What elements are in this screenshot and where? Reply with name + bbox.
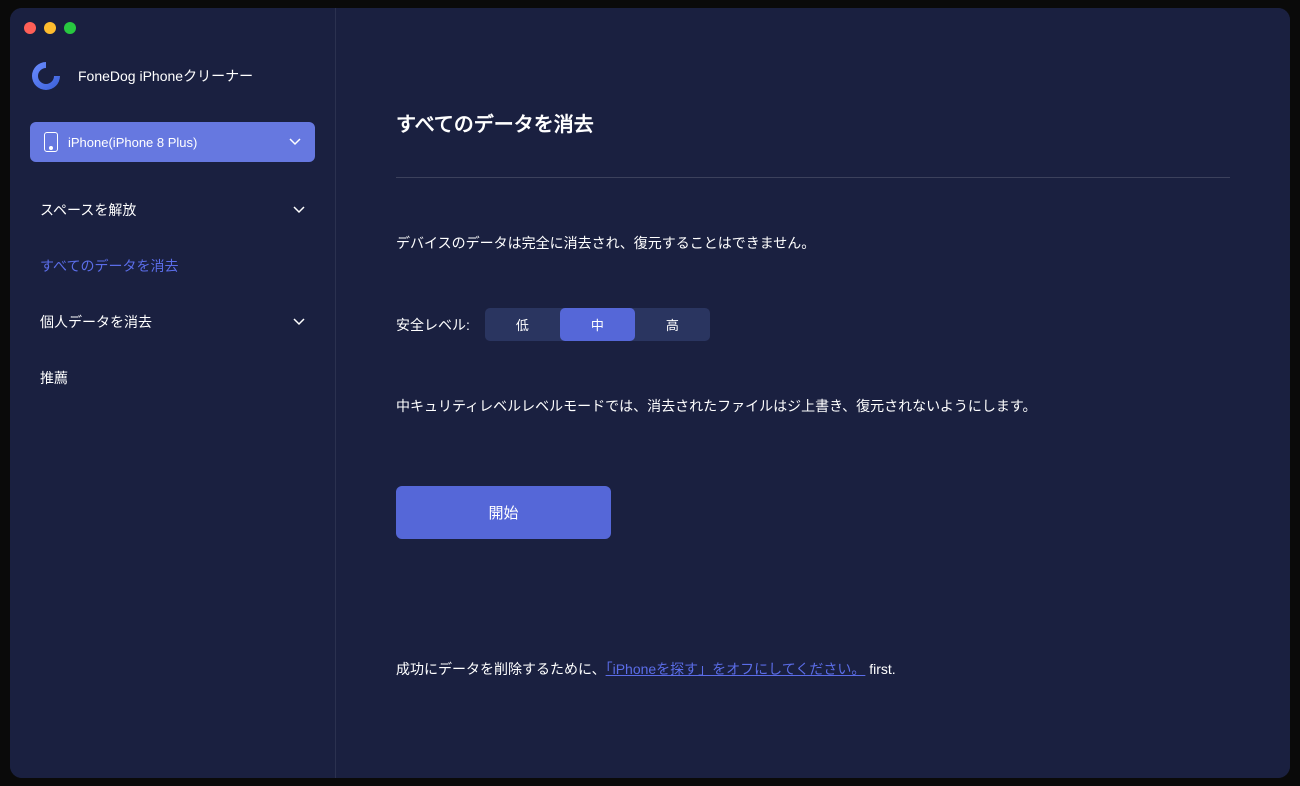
security-level-section: 安全レベル: 低 中 高 xyxy=(396,308,1230,341)
level-high-button[interactable]: 高 xyxy=(635,308,710,341)
sidebar-item-recommend[interactable]: 推薦 xyxy=(10,350,335,406)
minimize-window-button[interactable] xyxy=(44,22,56,34)
footer-prefix: 成功にデータを削除するために、 xyxy=(396,661,606,677)
sidebar-item-label: 推薦 xyxy=(40,368,68,388)
divider xyxy=(396,177,1230,178)
sidebar-item-erase-all-data[interactable]: すべてのデータを消去 xyxy=(10,238,335,294)
level-medium-button[interactable]: 中 xyxy=(560,308,635,341)
footer-suffix: first. xyxy=(865,661,895,677)
main-content: すべてのデータを消去 デバイスのデータは完全に消去され、復元することはできません… xyxy=(336,8,1290,778)
app-title: FoneDog iPhoneクリーナー xyxy=(78,66,253,86)
sidebar-item-label: スペースを解放 xyxy=(40,200,136,220)
chevron-down-icon xyxy=(289,136,301,148)
sidebar-item-free-space[interactable]: スペースを解放 xyxy=(10,182,335,238)
phone-icon xyxy=(44,132,58,152)
device-label: iPhone(iPhone 8 Plus) xyxy=(68,135,279,150)
close-window-button[interactable] xyxy=(24,22,36,34)
find-my-iphone-link[interactable]: 「iPhoneを探す」をオフにしてください。 xyxy=(606,661,866,677)
logo-section: FoneDog iPhoneクリーナー xyxy=(10,48,335,114)
sidebar-item-erase-private-data[interactable]: 個人データを消去 xyxy=(10,294,335,350)
start-button[interactable]: 開始 xyxy=(396,486,611,539)
app-window: FoneDog iPhoneクリーナー iPhone(iPhone 8 Plus… xyxy=(10,8,1290,778)
maximize-window-button[interactable] xyxy=(64,22,76,34)
warning-text: デバイスのデータは完全に消去され、復元することはできません。 xyxy=(396,233,1230,253)
app-logo-icon xyxy=(28,58,64,94)
window-controls xyxy=(24,22,76,34)
footer-note: 成功にデータを削除するために、「iPhoneを探す」をオフにしてください。 fi… xyxy=(396,659,1230,679)
security-level-selector: 低 中 高 xyxy=(485,308,710,341)
level-low-button[interactable]: 低 xyxy=(485,308,560,341)
security-level-label: 安全レベル: xyxy=(396,315,470,335)
sidebar: FoneDog iPhoneクリーナー iPhone(iPhone 8 Plus… xyxy=(10,8,336,778)
device-selector[interactable]: iPhone(iPhone 8 Plus) xyxy=(30,122,315,162)
page-title: すべてのデータを消去 xyxy=(396,108,1230,137)
sidebar-item-label: 個人データを消去 xyxy=(40,312,152,332)
level-description: 中キュリティレベルレベルモードでは、消去されたファイルはジ上書き、復元されないよ… xyxy=(396,396,1230,416)
chevron-down-icon xyxy=(293,204,305,216)
sidebar-item-label: すべてのデータを消去 xyxy=(40,256,178,276)
chevron-down-icon xyxy=(293,316,305,328)
